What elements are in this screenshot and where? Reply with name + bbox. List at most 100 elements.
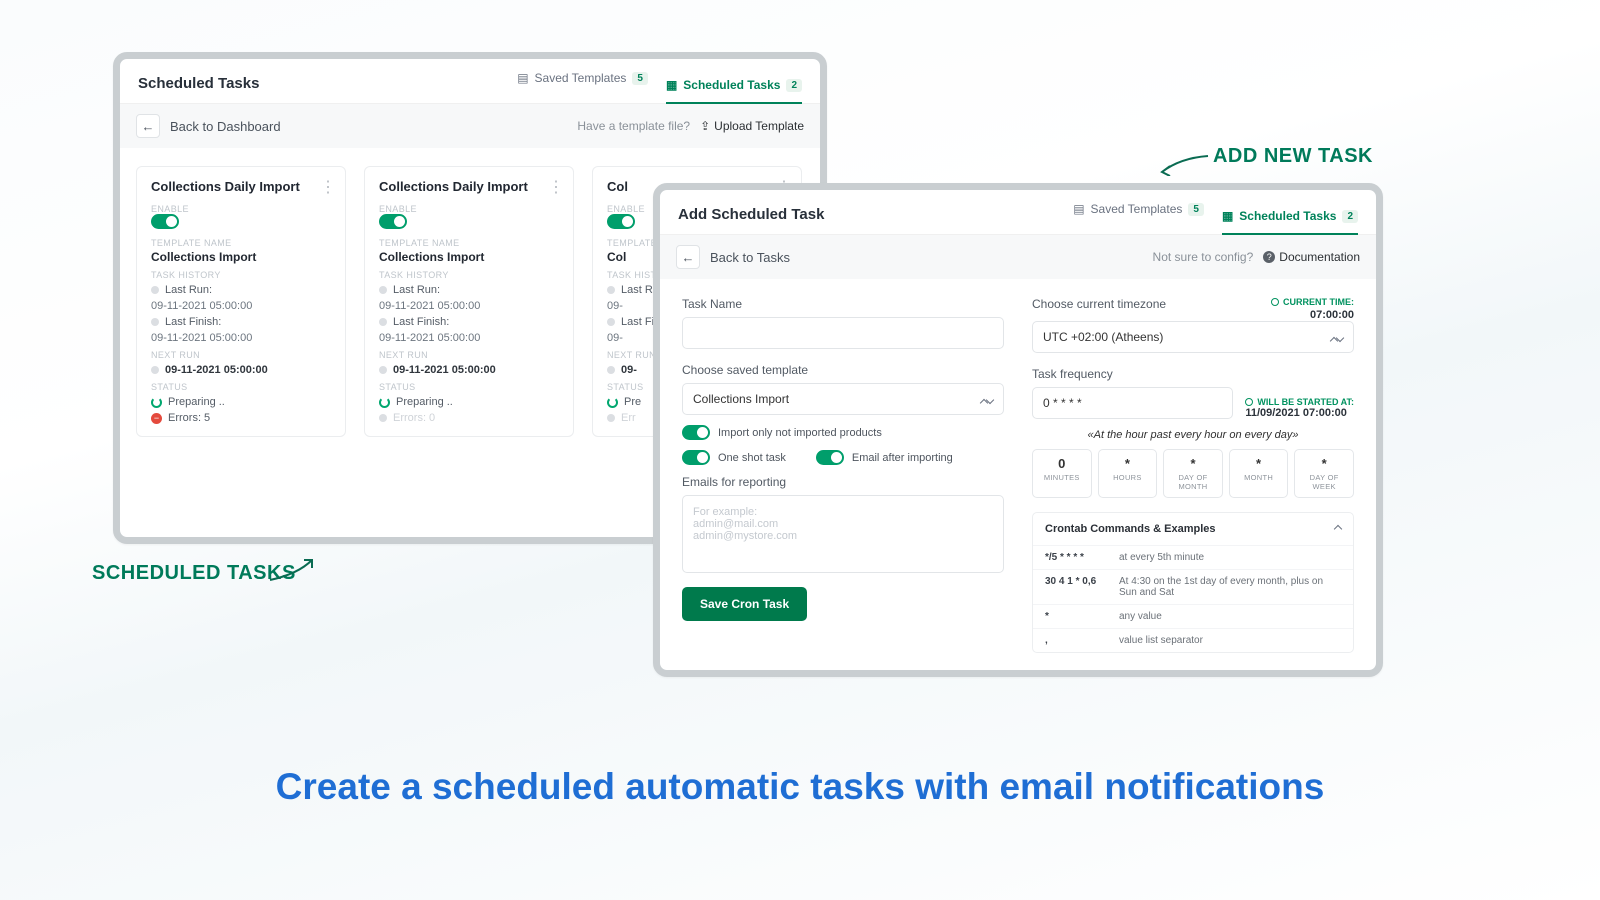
documentation-link[interactable]: ? Documentation [1263, 250, 1360, 264]
dot-icon [151, 318, 159, 326]
crontab-accordion-header[interactable]: Crontab Commands & Examples [1033, 513, 1353, 545]
cron-example-row: 30 4 1 * 0,6At 4:30 on the 1st day of ev… [1033, 569, 1353, 604]
upload-template-link[interactable]: ⇪ Upload Template [700, 119, 804, 133]
spinner-icon [151, 397, 162, 408]
briefcase-icon [151, 366, 159, 374]
frequency-human-text: «At the hour past every hour on every da… [1032, 429, 1354, 441]
task-history-label: TASK HISTORY [151, 270, 331, 280]
file-icon: ▤ [517, 71, 528, 85]
back-button[interactable]: ← [676, 245, 700, 269]
chevron-up-icon [1335, 523, 1341, 535]
task-name-input[interactable] [682, 317, 1004, 349]
last-finish-value: 09-11-2021 05:00:00 [379, 332, 480, 344]
dot-icon [151, 286, 159, 294]
status-label: STATUS [151, 382, 331, 392]
cron-code: * [1045, 611, 1107, 622]
import-only-new-toggle[interactable] [682, 425, 710, 440]
timezone-select[interactable]: UTC +02:00 (Atheens) [1032, 321, 1354, 353]
enable-toggle[interactable] [379, 214, 407, 229]
error-icon [607, 414, 615, 422]
back-label: Back to Tasks [710, 250, 790, 265]
cron-code: 30 4 1 * 0,6 [1045, 576, 1107, 598]
marketing-tagline: Create a scheduled automatic tasks with … [0, 766, 1600, 808]
panel-title: Add Scheduled Task [678, 206, 824, 223]
more-icon[interactable]: ⋮ [547, 177, 565, 197]
freq-value: * [1232, 456, 1286, 471]
template-name-label: TEMPLATE NAME [151, 238, 331, 248]
frequency-input[interactable] [1032, 387, 1233, 419]
enable-toggle[interactable] [151, 214, 179, 229]
frequency-box[interactable]: 0 MINUTES [1032, 449, 1092, 498]
status-text: Preparing .. [396, 396, 453, 408]
error-icon [379, 414, 387, 422]
question-icon: ? [1263, 251, 1275, 263]
frequency-box[interactable]: *DAY OF MONTH [1163, 449, 1223, 498]
last-run-value: 09-11-2021 05:00:00 [151, 300, 252, 312]
current-time-label: CURRENT TIME: [1271, 297, 1354, 307]
upload-hint: Have a template file? [577, 119, 690, 133]
emails-textarea[interactable]: For example:admin@mail.comadmin@mystore.… [682, 495, 1004, 573]
last-run-label: Last Run: [165, 284, 212, 296]
status-text: Preparing .. [168, 396, 225, 408]
one-shot-toggle[interactable] [682, 450, 710, 465]
frequency-box[interactable]: * DAY OF WEEK [1294, 449, 1354, 498]
upload-icon: ⇪ [700, 119, 710, 133]
saved-template-label: Choose saved template [682, 363, 1004, 377]
briefcase-icon [607, 366, 615, 374]
arrow-icon [268, 556, 318, 586]
dot-icon [607, 318, 615, 326]
freq-unit: DAY OF WEEK [1297, 473, 1351, 491]
clock-icon [1245, 398, 1253, 406]
error-icon: − [151, 413, 162, 424]
cron-description: any value [1119, 611, 1162, 622]
next-run-value: 09- [621, 364, 637, 376]
crontab-accordion: Crontab Commands & Examples */5 * * * * a… [1032, 512, 1354, 653]
status-text: Pre [624, 396, 641, 408]
more-icon[interactable]: ⋮ [319, 177, 337, 197]
freq-unit: DAY OF MONTH [1166, 473, 1220, 491]
last-finish-value: 09-11-2021 05:00:00 [151, 332, 252, 344]
tab-scheduled-tasks[interactable]: ▦ Scheduled Tasks 2 [1222, 209, 1358, 235]
freq-value: * [1101, 456, 1155, 471]
cron-code: , [1045, 635, 1107, 646]
next-run-value: 09-11-2021 05:00:00 [165, 364, 268, 376]
enable-label: ENABLE [379, 204, 559, 214]
freq-value: 0 [1035, 456, 1089, 471]
saved-template-select[interactable]: Collections Import [682, 383, 1004, 415]
cron-example-row: */5 * * * * at every 5th minute [1033, 545, 1353, 569]
frequency-box[interactable]: *HOURS [1098, 449, 1158, 498]
tab-scheduled-tasks[interactable]: ▦ Scheduled Tasks 2 [666, 78, 802, 104]
template-name: Collections Import [151, 250, 331, 264]
enable-toggle[interactable] [607, 214, 635, 229]
tab-saved-templates[interactable]: ▤ Saved Templates 5 [517, 71, 648, 95]
last-run-value: 09- [607, 300, 623, 312]
freq-value: * [1297, 456, 1351, 471]
cron-code: */5 * * * * [1045, 552, 1107, 563]
cron-description: at every 5th minute [1119, 552, 1204, 563]
template-name-label: TEMPLATE NAME [379, 238, 559, 248]
task-name-label: Task Name [682, 297, 1004, 311]
calendar-icon: ▦ [666, 78, 677, 92]
dot-icon [379, 318, 387, 326]
cron-example-row: ,value list separator [1033, 628, 1353, 652]
briefcase-icon [379, 366, 387, 374]
tab-saved-templates[interactable]: ▤ Saved Templates 5 [1073, 202, 1204, 226]
panel-title: Scheduled Tasks [138, 75, 259, 92]
freq-unit: MONTH [1232, 473, 1286, 482]
cron-example-row: * any value [1033, 604, 1353, 628]
email-after-toggle[interactable] [816, 450, 844, 465]
dot-icon [607, 286, 615, 294]
back-button[interactable]: ← [136, 114, 160, 138]
emails-label: Emails for reporting [682, 475, 1004, 489]
save-cron-button[interactable]: Save Cron Task [682, 587, 807, 621]
frequency-box[interactable]: * MONTH [1229, 449, 1289, 498]
freq-unit: MINUTES [1035, 473, 1089, 482]
file-icon: ▤ [1073, 202, 1084, 216]
template-name: Collections Import [379, 250, 559, 264]
last-finish-label: Last Finish: [165, 316, 221, 328]
timezone-label: Choose current timezone [1032, 297, 1166, 311]
last-run-value: 09-11-2021 05:00:00 [379, 300, 480, 312]
spinner-icon [379, 397, 390, 408]
last-run-label: Last Run: [393, 284, 440, 296]
add-scheduled-task-panel: Add Scheduled Task ▤ Saved Templates 5 ▦… [653, 183, 1383, 677]
